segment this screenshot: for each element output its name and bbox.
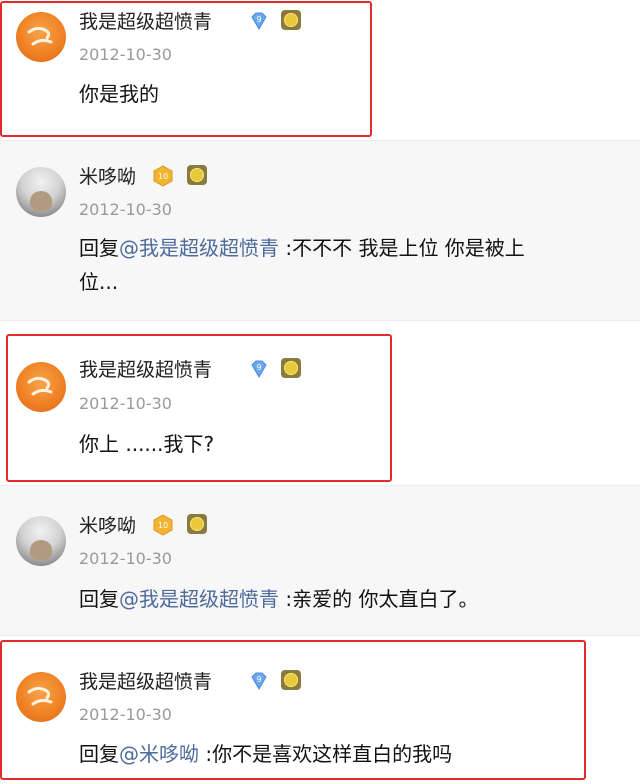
username[interactable]: 我是超级超愤青 <box>79 358 212 382</box>
reply-prefix: 回复 <box>79 742 119 766</box>
comment-body-cont: 位... <box>79 270 119 294</box>
level-text: 9 <box>256 363 261 372</box>
comment-body: :亲爱的 你太直白了。 <box>279 587 479 611</box>
gear-medal-icon[interactable] <box>281 670 301 690</box>
comment-body: 你是我的 <box>79 82 159 106</box>
divider <box>0 635 640 636</box>
diamond-badge-icon[interactable]: 9 <box>248 10 270 32</box>
reply-prefix: 回复 <box>79 236 119 260</box>
divider <box>0 485 640 486</box>
gold-level-badge-icon[interactable]: 10 <box>152 514 174 536</box>
diamond-badge-icon[interactable]: 9 <box>248 670 270 692</box>
comment-body: 你上 ......我下? <box>79 432 215 456</box>
reply-prefix: 回复 <box>79 587 119 611</box>
post-date: 2012-10-30 <box>79 549 172 568</box>
level-text: 10 <box>158 172 168 181</box>
gold-level-badge-icon[interactable]: 10 <box>152 165 174 187</box>
level-text: 9 <box>256 675 261 684</box>
level-text: 9 <box>256 15 261 24</box>
level-text: 10 <box>158 521 168 530</box>
avatar[interactable] <box>16 167 66 217</box>
gear-medal-icon[interactable] <box>281 10 301 30</box>
username[interactable]: 我是超级超愤青 <box>79 10 212 34</box>
avatar[interactable] <box>16 12 66 62</box>
gear-medal-icon[interactable] <box>187 514 207 534</box>
post-date: 2012-10-30 <box>79 200 172 219</box>
username[interactable]: 米哆呦 <box>79 514 136 538</box>
avatar[interactable] <box>16 516 66 566</box>
gear-medal-icon[interactable] <box>281 358 301 378</box>
post-date: 2012-10-30 <box>79 45 172 64</box>
mention-link[interactable]: @我是超级超愤青 <box>119 587 279 611</box>
comment-text: 你上 ......我下? <box>79 427 619 461</box>
post-date: 2012-10-30 <box>79 705 172 724</box>
divider <box>0 140 640 141</box>
divider <box>0 320 640 321</box>
comment-body: :不不不 我是上位 你是被上 <box>279 236 525 260</box>
avatar[interactable] <box>16 672 66 722</box>
diamond-badge-icon[interactable]: 9 <box>248 358 270 380</box>
mention-link[interactable]: @我是超级超愤青 <box>119 236 279 260</box>
comment-body: :你不是喜欢这样直白的我吗 <box>199 742 453 766</box>
swirl-icon <box>27 686 53 706</box>
gear-medal-icon[interactable] <box>187 165 207 185</box>
username[interactable]: 米哆呦 <box>79 165 136 189</box>
post-date: 2012-10-30 <box>79 394 172 413</box>
username[interactable]: 我是超级超愤青 <box>79 670 212 694</box>
mention-link[interactable]: @米哆呦 <box>119 742 199 766</box>
avatar[interactable] <box>16 362 66 412</box>
comment-text: 你是我的 <box>79 77 619 111</box>
swirl-icon <box>27 26 53 46</box>
comment-text: 回复@米哆呦 :你不是喜欢这样直白的我吗 <box>79 737 619 771</box>
comment-text: 回复@我是超级超愤青 :亲爱的 你太直白了。 <box>79 582 619 616</box>
comment-text: 回复@我是超级超愤青 :不不不 我是上位 你是被上 位... <box>79 231 619 299</box>
swirl-icon <box>27 376 53 396</box>
